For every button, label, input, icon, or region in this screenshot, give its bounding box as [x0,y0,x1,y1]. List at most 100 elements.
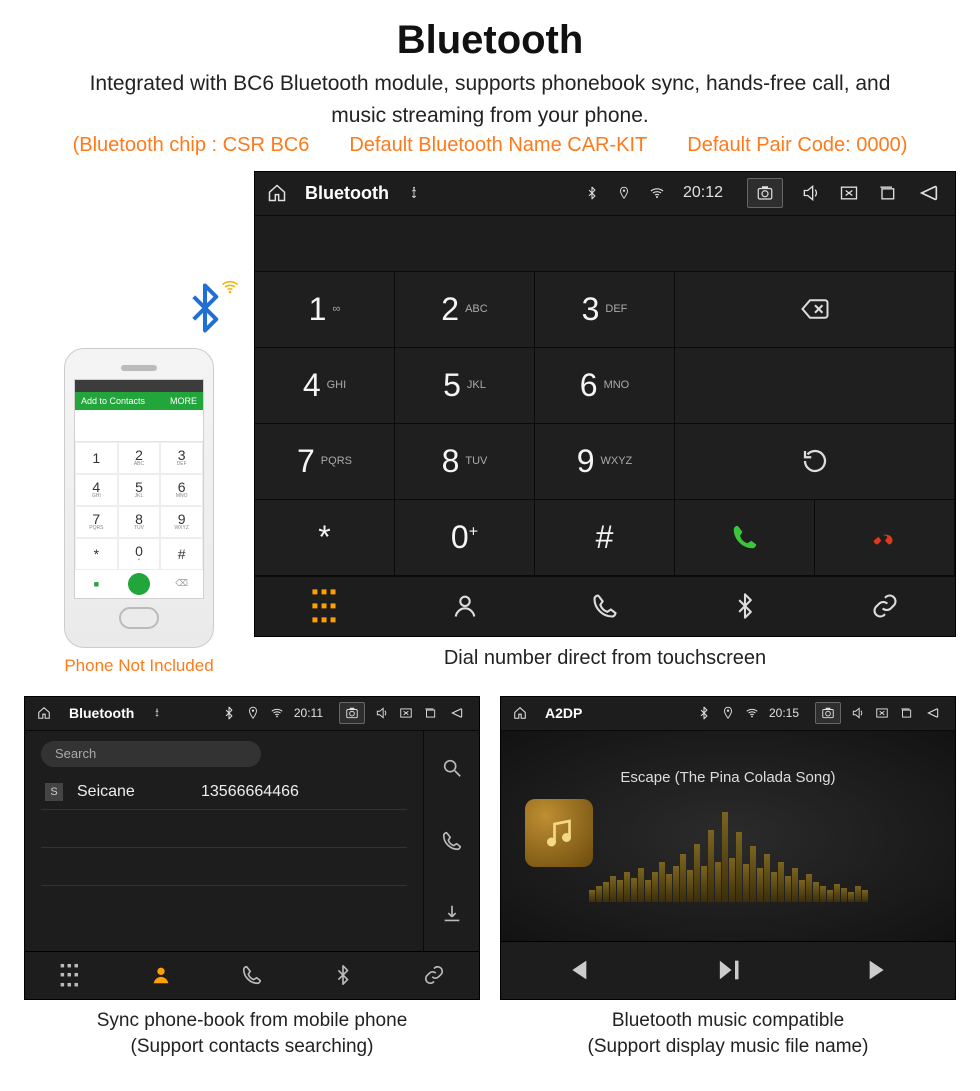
tab-recent-calls[interactable] [207,952,298,999]
dial-key-#[interactable]: # [535,500,675,576]
link-icon [871,592,899,620]
tab-pair[interactable] [388,952,479,999]
side-download-button[interactable] [424,878,479,951]
subtitle-line1: Integrated with BC6 Bluetooth module, su… [24,69,956,99]
phone-key-*: * [75,538,118,570]
usb-icon [407,186,421,200]
back-icon[interactable] [915,182,943,204]
dial-input-display [255,216,955,272]
bluetooth-tab-icon [332,964,354,986]
dial-key-*[interactable]: * [255,500,395,576]
screenshot-icon[interactable] [339,702,365,724]
back-icon[interactable] [923,706,943,720]
spec-paircode: Default Pair Code: 0000) [687,134,907,157]
tab-pair[interactable] [815,577,955,636]
phone-number-field [75,410,203,442]
volume-icon[interactable] [375,706,389,720]
spec-line: (Bluetooth chip : CSR BC6 Default Blueto… [24,134,956,157]
dial-key-0[interactable]: 0+ [395,500,535,576]
download-icon [441,903,463,925]
side-call-button[interactable] [424,804,479,877]
phone-more: MORE [170,396,197,406]
home-icon[interactable] [37,706,51,720]
back-icon[interactable] [447,706,467,720]
app-title: A2DP [545,705,582,721]
side-search-button[interactable] [424,731,479,804]
phone-key-2: 2ABC [118,442,161,474]
phone-icon [591,592,619,620]
contact-initial-badge: S [45,783,63,801]
contact-row[interactable]: S Seicane 13566664466 [41,775,407,810]
screenshot-icon[interactable] [747,178,783,208]
call-button[interactable] [675,500,815,576]
close-window-icon[interactable] [839,183,859,203]
search-icon [441,757,463,779]
dial-key-7[interactable]: 7PQRS [255,424,395,500]
volume-icon[interactable] [801,183,821,203]
dial-key-3[interactable]: 3DEF [535,272,675,348]
tab-contacts[interactable] [116,952,207,999]
bluetooth-status-icon [585,186,599,200]
recent-apps-icon[interactable] [423,706,437,720]
phone-caption: Phone Not Included [64,656,213,676]
phone-key-7: 7PQRS [75,506,118,538]
phone-video-icon: ■ [75,570,118,598]
phone-addcontacts: Add to Contacts [81,396,145,406]
contact-number: 13566664466 [201,783,299,801]
spec-chip: (Bluetooth chip : CSR BC6 [73,134,310,157]
visualizer [589,812,868,902]
music-note-icon [541,815,577,851]
a2dp-caption: Bluetooth music compatible (Support disp… [500,1008,956,1061]
contacts-caption: Sync phone-book from mobile phone (Suppo… [24,1008,480,1061]
tab-contacts[interactable] [395,577,535,636]
subtitle-line2: music streaming from your phone. [24,101,956,131]
backspace-button[interactable] [675,272,955,348]
bluetooth-status-icon [697,706,711,720]
clock: 20:12 [683,184,723,202]
next-track-button[interactable] [804,942,955,999]
contacts-search-input[interactable]: Search [41,741,261,767]
redial-button[interactable] [675,424,955,500]
page-title: Bluetooth [24,18,956,63]
phone-key-4: 4GHI [75,474,118,506]
tab-bluetooth[interactable] [297,952,388,999]
keypad-icon: ▪▪▪▪▪▪▪▪▪ [60,961,81,990]
recent-apps-icon[interactable] [899,706,913,720]
close-window-icon[interactable] [399,706,413,720]
clock: 20:11 [294,706,323,720]
contact-row-empty [41,810,407,848]
screenshot-icon[interactable] [815,702,841,724]
tab-recent-calls[interactable] [535,577,675,636]
close-window-icon[interactable] [875,706,889,720]
play-pause-button[interactable] [652,942,803,999]
volume-icon[interactable] [851,706,865,720]
dial-key-8[interactable]: 8TUV [395,424,535,500]
play-pause-icon [713,956,743,984]
dial-key-2[interactable]: 2ABC [395,272,535,348]
phone-backspace-icon: ⌫ [160,570,203,598]
person-icon [451,592,479,620]
dial-key-1[interactable]: 1∞ [255,272,395,348]
recent-apps-icon[interactable] [877,183,897,203]
location-icon [617,186,631,200]
bluetooth-status-icon [222,706,236,720]
dial-key-9[interactable]: 9WXYZ [535,424,675,500]
dial-key-6[interactable]: 6MNO [535,348,675,424]
prev-track-button[interactable] [501,942,652,999]
tab-bluetooth[interactable] [675,577,815,636]
home-icon[interactable] [513,706,527,720]
tab-keypad[interactable]: ▪▪▪▪▪▪▪▪▪ [255,577,395,636]
home-icon[interactable] [267,183,287,203]
hangup-button[interactable] [815,500,955,576]
phone-home-button [119,607,159,629]
phone-key-0: 0+ [118,538,161,570]
prev-icon [562,956,592,984]
contact-row-empty [41,886,407,924]
dial-key-4[interactable]: 4GHI [255,348,395,424]
headunit1-caption: Dial number direct from touchscreen [254,647,956,670]
tab-keypad[interactable]: ▪▪▪▪▪▪▪▪▪ [25,952,116,999]
headunit-contacts: Bluetooth 20:11 [24,696,480,1000]
dial-key-5[interactable]: 5JKL [395,348,535,424]
phone-key-8: 8TUV [118,506,161,538]
phone-key-3: 3DEF [160,442,203,474]
